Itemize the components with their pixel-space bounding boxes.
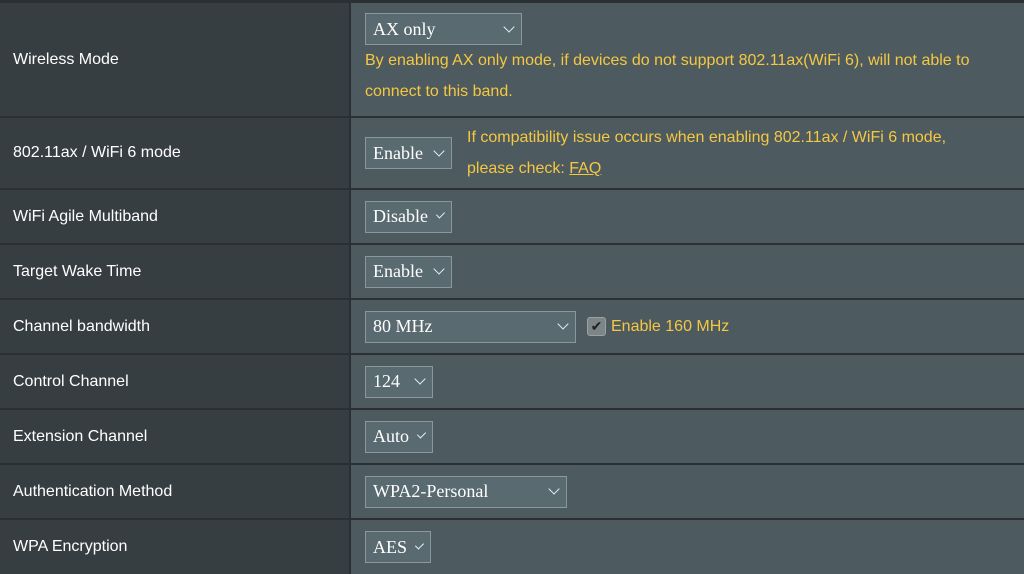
row-extension-channel: Extension Channel Auto	[0, 408, 1024, 463]
row-label: WiFi Agile Multiband	[0, 190, 351, 243]
wireless-mode-select[interactable]: AX only	[365, 13, 522, 45]
chevron-down-icon	[433, 144, 445, 157]
row-target-wake-time: Target Wake Time Enable	[0, 243, 1024, 298]
row-label: Control Channel	[0, 355, 351, 408]
checkmark-icon: ✔	[590, 318, 603, 334]
select-value: 124	[373, 371, 400, 391]
select-value: AES	[373, 536, 408, 557]
row-control-channel: Control Channel 124	[0, 353, 1024, 408]
select-value: WPA2-Personal	[373, 481, 489, 501]
row-authentication-method: Authentication Method WPA2-Personal	[0, 463, 1024, 518]
faq-link[interactable]: FAQ	[569, 160, 601, 177]
row-agile-multiband: WiFi Agile Multiband Disable	[0, 188, 1024, 243]
row-label: Wireless Mode	[0, 3, 351, 116]
row-channel-bandwidth: Channel bandwidth 80 MHz ✔ Enable 160 MHz	[0, 298, 1024, 353]
row-label: 802.11ax / WiFi 6 mode	[0, 118, 351, 188]
select-value: Auto	[373, 426, 409, 446]
authentication-method-select[interactable]: WPA2-Personal	[365, 475, 567, 508]
row-wpa-encryption: WPA Encryption AES	[0, 518, 1024, 574]
select-value: Disable	[373, 206, 428, 226]
row-label: Target Wake Time	[0, 245, 351, 298]
row-label: Authentication Method	[0, 465, 351, 518]
control-channel-select[interactable]: 124	[365, 365, 433, 398]
row-wifi6-mode: 802.11ax / WiFi 6 mode Enable If compati…	[0, 116, 1024, 188]
ax-only-hint: By enabling AX only mode, if devices do …	[365, 52, 970, 100]
chevron-down-icon	[433, 263, 445, 275]
row-wireless-mode: Wireless Mode AX only By enabling AX onl…	[0, 1, 1024, 116]
chevron-down-icon	[557, 318, 569, 330]
enable-160mhz-label[interactable]: Enable 160 MHz	[611, 311, 729, 342]
select-value: AX only	[373, 18, 436, 39]
wireless-settings-table: Wireless Mode AX only By enabling AX onl…	[0, 0, 1024, 574]
chevron-down-icon	[414, 539, 425, 550]
wifi6-hint: If compatibility issue occurs when enabl…	[467, 122, 997, 184]
chevron-down-icon	[416, 429, 427, 439]
row-label: Extension Channel	[0, 410, 351, 463]
select-value: Enable	[373, 142, 423, 163]
agile-multiband-select[interactable]: Disable	[365, 200, 452, 233]
extension-channel-select[interactable]: Auto	[365, 420, 433, 453]
row-label: WPA Encryption	[0, 520, 351, 574]
wifi6-mode-select[interactable]: Enable	[365, 137, 452, 169]
hint-text: If compatibility issue occurs when enabl…	[467, 129, 947, 177]
chevron-down-icon	[503, 20, 515, 33]
wpa-encryption-select[interactable]: AES	[365, 531, 431, 563]
chevron-down-icon	[414, 373, 426, 385]
channel-bandwidth-select[interactable]: 80 MHz	[365, 310, 576, 343]
row-label: Channel bandwidth	[0, 300, 351, 353]
chevron-down-icon	[548, 483, 560, 495]
select-value: Enable	[373, 261, 423, 281]
select-value: 80 MHz	[373, 316, 433, 336]
target-wake-time-select[interactable]: Enable	[365, 255, 452, 288]
enable-160mhz-checkbox[interactable]: ✔	[587, 317, 606, 336]
chevron-down-icon	[435, 209, 446, 219]
